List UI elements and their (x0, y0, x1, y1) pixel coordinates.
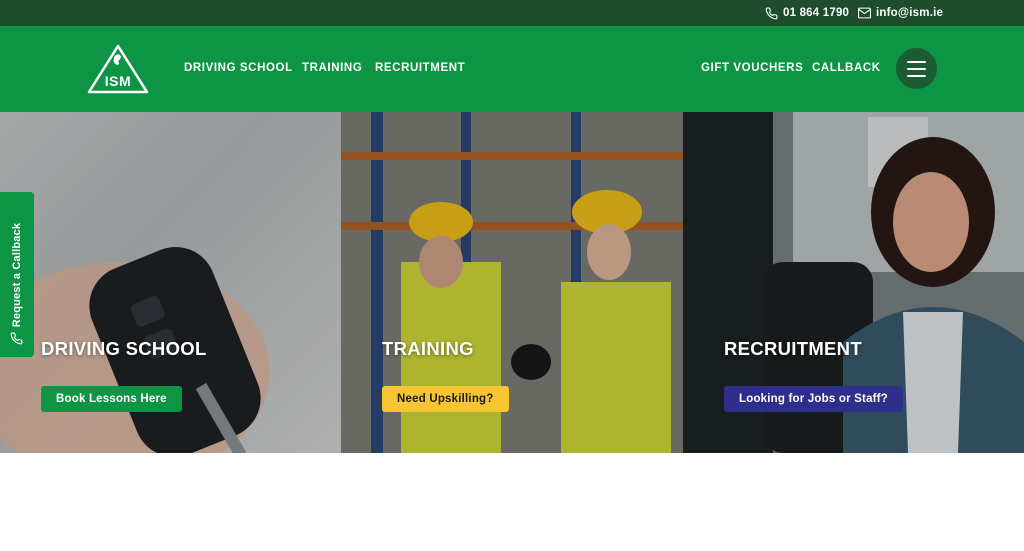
book-lessons-button[interactable]: Book Lessons Here (41, 386, 182, 412)
jobs-or-staff-button[interactable]: Looking for Jobs or Staff? (724, 386, 903, 412)
panel-training[interactable]: TRAINING Need Upskilling? (341, 112, 683, 453)
top-contact-bar: 01 864 1790 info@ism.ie (0, 0, 1024, 26)
panel-title: TRAINING (382, 338, 474, 359)
hamburger-icon-line (907, 67, 926, 70)
panel-driving-school[interactable]: DRIVING SCHOOL Book Lessons Here (0, 112, 341, 453)
nav-driving-school[interactable]: DRIVING SCHOOL (184, 62, 293, 74)
menu-button[interactable] (896, 48, 937, 89)
hamburger-icon (907, 60, 926, 63)
phone-number: 01 864 1790 (783, 7, 850, 19)
hamburger-icon-line (907, 74, 926, 77)
logo-text: ISM (104, 73, 132, 89)
panel-recruitment[interactable]: RECRUITMENT Looking for Jobs or Staff? (683, 112, 1024, 453)
phone-icon (10, 332, 23, 345)
phone-icon (765, 7, 778, 19)
panel-title: RECRUITMENT (724, 338, 862, 359)
nav-gift-vouchers[interactable]: GIFT VOUCHERS (701, 62, 803, 74)
nav-callback[interactable]: CALLBACK (812, 62, 881, 74)
main-header: ISM DRIVING SCHOOL TRAINING RECRUITMENT … (0, 26, 1024, 112)
request-callback-label: Request a Callback (11, 222, 23, 328)
phone-link[interactable]: 01 864 1790 (765, 0, 849, 26)
panel-title: DRIVING SCHOOL (41, 338, 207, 359)
email-address: info@ism.ie (876, 7, 944, 19)
mail-icon (858, 7, 871, 19)
nav-recruitment[interactable]: RECRUITMENT (375, 62, 465, 74)
ism-logo[interactable]: ISM (86, 43, 150, 95)
need-upskilling-button[interactable]: Need Upskilling? (382, 386, 509, 412)
request-callback-tab[interactable]: Request a Callback (0, 192, 34, 357)
nav-training[interactable]: TRAINING (302, 62, 362, 74)
email-link[interactable]: info@ism.ie (858, 0, 943, 26)
